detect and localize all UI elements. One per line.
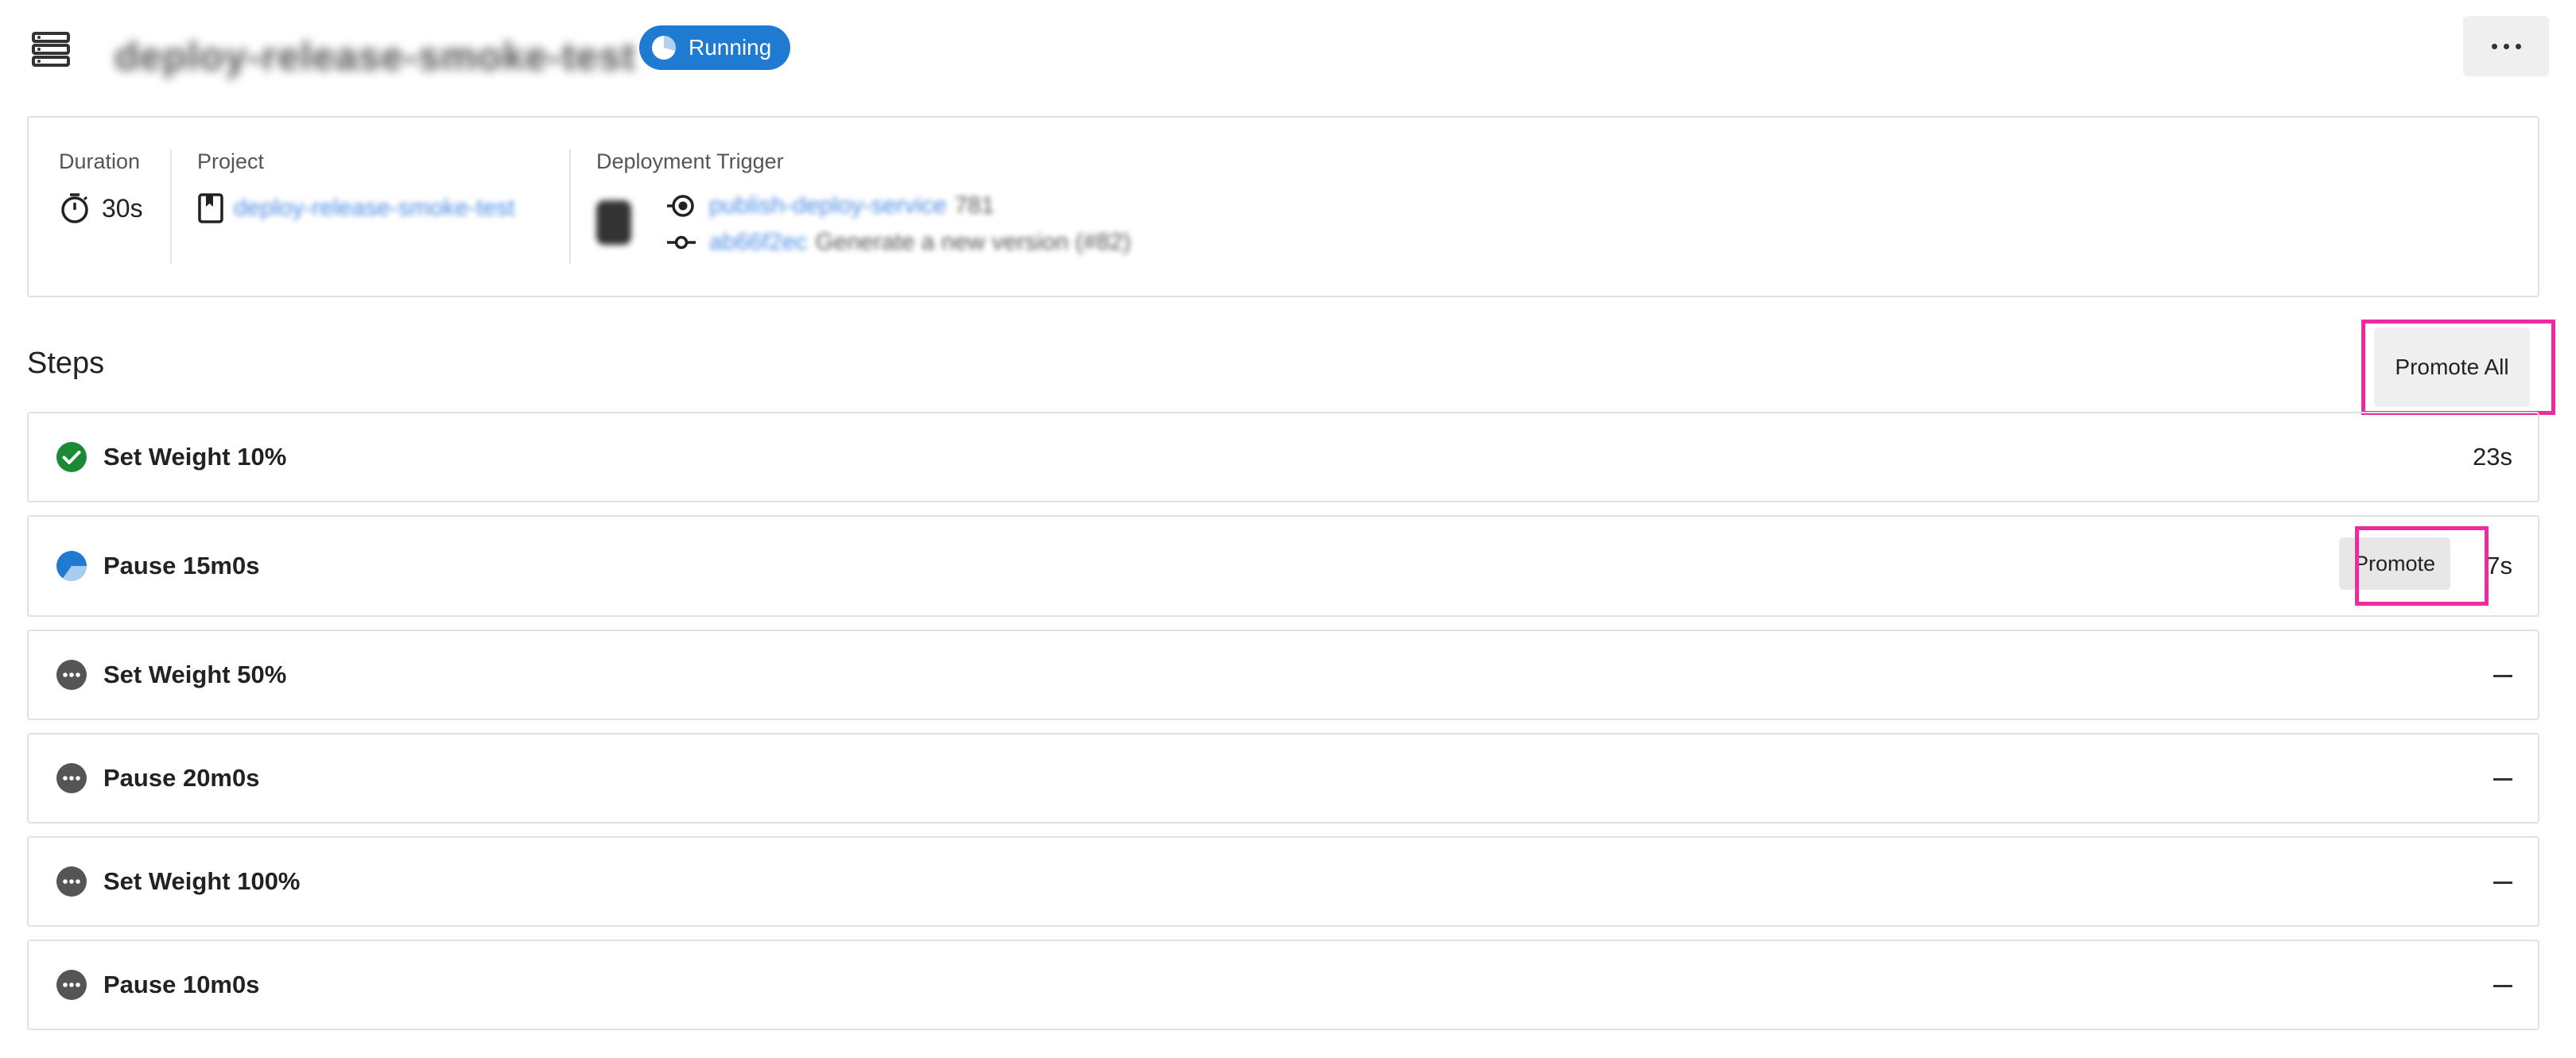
step-name: Pause 20m0s [103, 764, 260, 792]
no-duration-dash [2493, 778, 2512, 781]
trigger-commit-row: ab66f2ec Generate a new version (#82) [666, 227, 1131, 258]
duration-section: Duration 30s [59, 149, 154, 269]
steps-title: Steps [27, 347, 105, 380]
trigger-service-link[interactable]: publish-deploy-service [709, 192, 946, 219]
step-row[interactable]: Pause 15m0s 7s [27, 515, 2539, 617]
page-title: deploy-release-smoke-test [114, 34, 636, 79]
trigger-service-row: publish-deploy-service 781 [666, 191, 995, 221]
step-row[interactable]: Set Weight 50% [27, 630, 2539, 720]
no-duration-dash [2493, 985, 2512, 987]
commit-icon [667, 235, 696, 250]
trigger-run-number: 781 [954, 192, 995, 219]
running-icon [652, 35, 677, 60]
step-name: Set Weight 10% [103, 443, 287, 471]
project-label: Project [197, 149, 265, 173]
step-duration: 7s [2486, 552, 2512, 579]
step-row[interactable]: Pause 20m0s [27, 733, 2539, 824]
project-link[interactable]: deploy-release-smoke-test [234, 195, 514, 222]
commit-message: Generate a new version (#82) [815, 229, 1131, 255]
run-info-card: Duration 30s Project deploy-release-smok… [27, 116, 2539, 297]
divider [569, 149, 571, 264]
project-section: Project deploy-release-smoke-test [197, 149, 571, 269]
step-name: Pause 10m0s [103, 971, 260, 998]
no-duration-dash [2493, 675, 2512, 677]
trigger-label: Deployment Trigger [596, 149, 784, 173]
step-name: Set Weight 50% [103, 661, 287, 688]
status-badge: Running [639, 25, 791, 70]
divider [170, 149, 172, 264]
bookmark-icon [198, 193, 223, 223]
duration-label: Duration [59, 149, 141, 173]
pending-icon [56, 866, 87, 897]
step-row[interactable]: Set Weight 100% [27, 836, 2539, 927]
more-horizontal-icon [2491, 43, 2497, 49]
duration-value-group: 30s [59, 192, 143, 224]
list-icon[interactable] [30, 29, 72, 70]
duration-value: 30s [102, 193, 143, 223]
more-dot [2503, 43, 2509, 49]
step-name: Set Weight 100% [103, 867, 301, 895]
step-duration: 23s [2473, 443, 2512, 471]
avatar [596, 200, 631, 245]
running-icon [56, 551, 87, 582]
pending-icon [56, 970, 87, 1000]
step-row[interactable]: Pause 10m0s [27, 940, 2539, 1030]
run-page: deploy-release-smoke-test Running Durati… [0, 0, 2576, 1058]
more-dot [2515, 43, 2521, 49]
more-options-button[interactable] [2463, 16, 2549, 76]
project-value-group: deploy-release-smoke-test [197, 192, 514, 224]
step-row[interactable]: Set Weight 10% 23s [27, 412, 2539, 502]
stopwatch-icon [61, 193, 88, 223]
no-duration-dash [2493, 882, 2512, 884]
page-header: deploy-release-smoke-test Running [27, 16, 2549, 92]
trigger-section: Deployment Trigger publish-deploy-servic… [596, 149, 1312, 269]
status-label: Running [689, 35, 772, 60]
step-name: Pause 15m0s [103, 552, 260, 579]
check-circle-icon [56, 442, 87, 472]
pending-icon [56, 660, 87, 690]
pending-icon [56, 763, 87, 793]
promote-all-highlight [2361, 320, 2555, 415]
promote-highlight [2355, 526, 2489, 606]
trigger-icon [667, 195, 694, 217]
commit-hash-link[interactable]: ab66f2ec [709, 229, 807, 256]
